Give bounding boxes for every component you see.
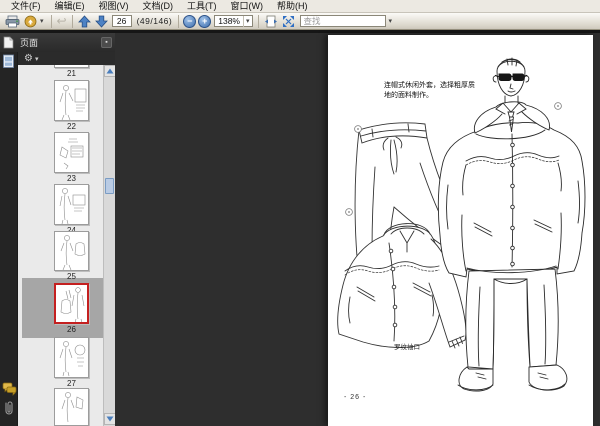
sunglasses — [494, 73, 528, 81]
previous-view-button-disabled: ↩ — [55, 14, 69, 29]
page-icon — [3, 36, 14, 49]
toolbar-separator — [71, 14, 73, 28]
previous-view-icon: ↩ — [56, 14, 67, 28]
printer-icon — [5, 15, 20, 28]
scrollbar-thumb[interactable] — [105, 178, 114, 194]
email-dropdown-button[interactable]: ▾ — [22, 14, 48, 29]
navigation-icon-strip — [0, 52, 18, 426]
menu-document[interactable]: 文档(D) — [136, 0, 181, 12]
thumbnail-page-21[interactable]: 21 — [54, 65, 89, 78]
print-button[interactable] — [3, 14, 22, 29]
page-annotation-text: 连帽式休闲外套，选择粗厚质 地的面料制作。 — [384, 81, 496, 101]
down-arrow-icon — [94, 15, 108, 28]
thumbnail-label: 25 — [67, 272, 76, 281]
thumbnail-scrollbar[interactable] — [103, 65, 116, 426]
fit-width-icon — [264, 15, 278, 28]
thumbnail-page-24[interactable]: 24 — [54, 184, 89, 235]
menu-view[interactable]: 视图(V) — [92, 0, 136, 12]
chevron-down-icon: ▾ — [388, 18, 393, 25]
thumbnail-options-row: ⚙ ▾ — [18, 52, 115, 65]
next-page-button[interactable] — [93, 14, 110, 29]
menu-file[interactable]: 文件(F) — [4, 0, 48, 12]
toolbar-separator — [178, 14, 180, 28]
thumbnail-label: 26 — [67, 325, 76, 334]
thumbnail-page-25[interactable]: 25 — [54, 231, 89, 281]
thumbnail-page-27[interactable]: 27 — [54, 337, 89, 388]
menu-window[interactable]: 窗口(W) — [224, 0, 271, 12]
thumbnail-label: 21 — [67, 69, 76, 78]
email-icon — [24, 15, 38, 28]
thumbnail-page-26-selected[interactable]: 26 — [54, 283, 89, 334]
page-number-footer: - 26 - — [344, 394, 367, 401]
document-view-area: 连帽式休闲外套，选择粗厚质 地的面料制作。 罗纹袖口 - 26 - — [115, 33, 600, 426]
thumbnail-page-22[interactable]: 22 — [54, 80, 89, 131]
menu-tools[interactable]: 工具(T) — [180, 0, 224, 12]
toolbar: ▾ ↩ (49/146) − + 138% ▾ — [0, 13, 600, 30]
chevron-down-icon: ▾ — [34, 55, 39, 63]
up-arrow-icon — [77, 14, 91, 28]
search-input[interactable] — [299, 15, 386, 27]
cuff-caption: 罗纹袖口 — [394, 344, 420, 351]
thumbnail-label: 23 — [67, 174, 76, 183]
menu-edit[interactable]: 编辑(E) — [48, 0, 92, 12]
fullscreen-arrows-icon — [282, 15, 295, 28]
paperclip-attachments-icon[interactable] — [2, 400, 15, 416]
search-box: ▾ — [299, 15, 393, 27]
thumbnail-page-28[interactable]: 28 — [54, 388, 89, 426]
zoom-in-button[interactable]: + — [198, 14, 212, 28]
pages-panel-title: 页面 — [20, 38, 39, 48]
fullscreen-button[interactable] — [280, 14, 297, 29]
annotation-line: 连帽式休闲外套，选择粗厚质 — [384, 82, 475, 89]
chevron-down-icon: ▾ — [243, 15, 252, 27]
menu-help[interactable]: 帮助(H) — [270, 0, 315, 12]
pages-panel-header: 页面 ▪ — [0, 33, 115, 52]
thumbnail-label: 27 — [67, 379, 76, 388]
comments-icon[interactable] — [2, 382, 17, 396]
thumbnail-label: 22 — [67, 122, 76, 131]
menu-bar: 文件(F) 编辑(E) 视图(V) 文档(D) 工具(T) 窗口(W) 帮助(H… — [0, 0, 600, 13]
thumbnails-panel: 21 22 23 24 — [18, 65, 103, 426]
zoom-level-combo[interactable]: 138% ▾ — [214, 15, 253, 27]
previous-page-button[interactable] — [76, 14, 93, 29]
fit-width-button[interactable] — [262, 14, 280, 29]
zoom-out-button[interactable]: − — [183, 14, 197, 28]
panel-options-button[interactable]: ▪ — [101, 37, 112, 48]
document-page[interactable]: 连帽式休闲外套，选择粗厚质 地的面料制作。 罗纹袖口 - 26 - — [328, 35, 593, 426]
pages-thumbnails-icon[interactable] — [2, 54, 16, 69]
zoom-level-value: 138% — [218, 16, 240, 26]
toolbar-separator — [257, 14, 259, 28]
gear-icon[interactable]: ⚙ — [24, 53, 33, 64]
annotation-line: 地的面料制作。 — [384, 92, 433, 99]
thumbnail-page-23[interactable]: 23 — [54, 132, 89, 183]
page-count-label: (49/146) — [136, 16, 173, 26]
toolbar-separator — [50, 14, 52, 28]
chevron-down-icon: ▾ — [40, 17, 44, 25]
page-number-input[interactable] — [111, 15, 132, 27]
